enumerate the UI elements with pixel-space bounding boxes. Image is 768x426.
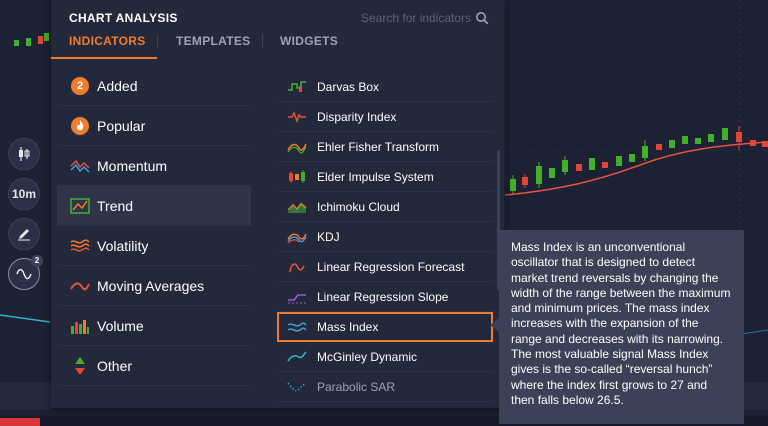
category-label: Added: [97, 77, 138, 94]
indicator-label: Mass Index: [317, 319, 379, 334]
indicator-label: Darvas Box: [317, 79, 380, 94]
indicator-label: Elder Impulse System: [317, 169, 434, 184]
category-label: Other: [97, 357, 133, 374]
linear-regression-forecast-icon: [289, 262, 305, 272]
category-label: Trend: [97, 197, 134, 214]
indicator-parabolic-sar[interactable]: Parabolic SAR: [277, 372, 493, 402]
kdj-icon: [287, 233, 307, 243]
mcginley-dynamic-icon: [287, 350, 307, 361]
momentum-waves-icon: [69, 155, 91, 177]
indicator-kdj[interactable]: KDJ: [277, 222, 493, 252]
category-label: Moving Averages: [97, 277, 205, 294]
disparity-index-icon: [288, 110, 306, 123]
search-input[interactable]: [361, 11, 471, 25]
active-tab-underline: [51, 57, 157, 59]
indicator-wave-icon: [16, 268, 32, 280]
category-popular[interactable]: Popular: [57, 106, 251, 146]
chart-type-button[interactable]: [8, 138, 40, 170]
indicator-linear-regression-slope[interactable]: Linear Regression Slope: [277, 282, 493, 312]
indicator-label: KDJ: [317, 229, 340, 244]
indicators-count-badge: 2: [31, 255, 43, 267]
indicator-disparity-index[interactable]: Disparity Index: [277, 102, 493, 132]
indicator-mcginley-dynamic[interactable]: McGinley Dynamic: [277, 342, 493, 372]
elder-impulse-icon: [289, 169, 305, 183]
flame-icon: [69, 115, 91, 137]
tab-indicators[interactable]: INDICATORS: [69, 34, 146, 58]
indicator-linear-regression-forecast[interactable]: Linear Regression Forecast: [277, 252, 493, 282]
candlestick-icon: [19, 147, 30, 161]
ichimoku-cloud-icon: [287, 201, 307, 213]
darvas-box-icon: [288, 80, 306, 92]
indicator-ehler-fisher-transform[interactable]: Ehler Fisher Transform: [277, 132, 493, 162]
indicators-button[interactable]: 2: [8, 255, 43, 290]
indicator-label: Parabolic SAR: [317, 379, 396, 394]
tab-divider: [157, 34, 158, 48]
category-momentum[interactable]: Momentum: [57, 146, 251, 186]
tooltip-pointer: [490, 318, 499, 332]
mass-index-icon: [287, 321, 307, 332]
panel-title: CHART ANALYSIS: [69, 11, 178, 25]
indicator-description-tooltip: Mass Index is an unconventional oscillat…: [499, 230, 744, 424]
indicator-darvas-box[interactable]: Darvas Box: [277, 72, 493, 102]
category-added[interactable]: 2 Added: [57, 66, 251, 106]
timeframe-label: 10m: [11, 187, 37, 201]
ehler-fisher-icon: [287, 143, 307, 154]
chart-analysis-panel: CHART ANALYSIS INDICATORS TEMPLATES WIDG…: [51, 0, 504, 408]
tooltip-text: Mass Index is an unconventional oscillat…: [511, 240, 731, 407]
indicator-elder-impulse-system[interactable]: Elder Impulse System: [277, 162, 493, 192]
indicator-label: Linear Regression Slope: [317, 289, 449, 304]
category-other[interactable]: Other: [57, 346, 251, 386]
volatility-waves-icon: [69, 235, 91, 257]
volume-bars-icon: [69, 315, 91, 337]
category-list: 2 Added Popular Momentum Trend Volatilit…: [57, 66, 251, 386]
search-icon[interactable]: [475, 11, 489, 25]
left-toolbar: 10m 2: [8, 138, 43, 298]
linear-regression-slope-icon: [288, 293, 306, 303]
indicator-label: Linear Regression Forecast: [317, 259, 465, 274]
tab-templates[interactable]: TEMPLATES: [176, 34, 250, 58]
category-volume[interactable]: Volume: [57, 306, 251, 346]
category-volatility[interactable]: Volatility: [57, 226, 251, 266]
category-label: Volatility: [97, 237, 149, 254]
tab-divider: [262, 34, 263, 48]
count-badge-icon: 2: [69, 75, 91, 97]
indicator-search: [357, 9, 489, 27]
panel-tabs: INDICATORS TEMPLATES WIDGETS: [51, 28, 504, 58]
indicator-list: Darvas Box Disparity Index Ehler Fisher …: [277, 72, 493, 402]
moving-average-icon: [69, 275, 91, 297]
arrows-up-down-icon: [69, 355, 91, 377]
indicator-label: Ichimoku Cloud: [317, 199, 400, 214]
tab-widgets[interactable]: WIDGETS: [280, 34, 338, 58]
category-label: Momentum: [97, 157, 168, 174]
indicator-ichimoku-cloud[interactable]: Ichimoku Cloud: [277, 192, 493, 222]
indicator-label: Ehler Fisher Transform: [317, 139, 440, 154]
category-label: Volume: [97, 317, 144, 334]
trend-chart-icon: [69, 195, 91, 217]
category-trend[interactable]: Trend: [57, 186, 251, 226]
category-label: Popular: [97, 117, 146, 134]
indicator-mass-index[interactable]: Mass Index: [277, 312, 493, 342]
drawing-tools-button[interactable]: [8, 218, 40, 250]
timeframe-button[interactable]: 10m: [8, 178, 40, 210]
category-moving-averages[interactable]: Moving Averages: [57, 266, 251, 306]
added-count-badge: 2: [71, 76, 89, 95]
parabolic-sar-icon: [287, 381, 307, 392]
indicator-label: Disparity Index: [317, 109, 397, 124]
indicator-label: McGinley Dynamic: [317, 349, 418, 364]
pencil-icon: [18, 229, 30, 241]
